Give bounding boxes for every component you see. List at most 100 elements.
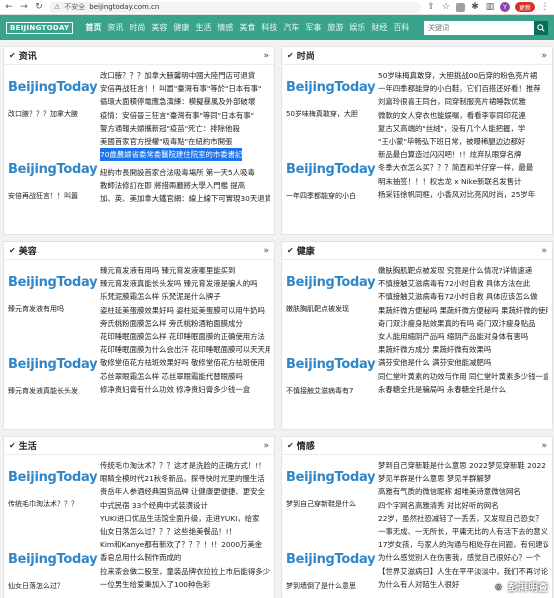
menu-icon[interactable]: ⋮ xyxy=(540,2,550,12)
thumbnail-card[interactable]: BeijingToday 一年四季都能穿的小白 xyxy=(286,151,376,211)
nav-item[interactable]: 娱乐 xyxy=(349,22,365,33)
thumbnail-caption[interactable]: 嫩肤胸肌靶点被发现 xyxy=(286,304,374,314)
article-link[interactable]: 满芬安他是什么 满芬安他能减肥吗 xyxy=(378,356,548,369)
article-link[interactable]: 教師法修訂在即 將措兩廳將大學入門檻 提高 xyxy=(100,179,270,192)
article-link[interactable]: 传统毛巾淘汰术？？？这才是洗脸的正确方式！!！ xyxy=(100,459,270,472)
thumbnail-card[interactable]: BeijingToday 臻元育发液真能长头发 xyxy=(8,346,98,406)
article-link[interactable]: 花印睡眠面膜为什么会出汗 花印睡眠面膜可以天天用吗 xyxy=(100,343,270,356)
share-icon[interactable]: ⇪ xyxy=(426,2,436,12)
article-link[interactable]: 警方通報夫婦攜新冠"疫苗"死亡：排除他殺 xyxy=(100,122,270,135)
article-link[interactable]: 女人能用缩阴产品吗 缩阴产品能对身体有害吗 xyxy=(378,330,548,343)
address-bar[interactable]: ⚠ 不安全 beijingtoday.com.cn xyxy=(49,1,421,13)
article-link-selected[interactable]: 70歲農婦省委常委醫院建住院室的市委書記 xyxy=(100,148,243,162)
article-link[interactable]: 不慎接触艾滋病毒有72小时自救 具体应该怎么做 xyxy=(378,290,548,303)
article-link[interactable]: 香皂总用什么制作而成的 xyxy=(100,551,270,564)
thumbnail-card[interactable]: BeijingToday 臻元育发液有用吗 xyxy=(8,264,98,324)
article-link[interactable]: 一年四季都能穿的小白鞋，它们百搭还好看！推荐 xyxy=(378,82,548,95)
panel-title[interactable]: 生活 xyxy=(19,439,37,452)
article-link[interactable]: 仙女日落怎么过？？？这些绝美餐品！!！ xyxy=(100,525,270,538)
nav-item[interactable]: 汽车 xyxy=(283,22,299,33)
thumbnail-caption[interactable]: 一年四季都能穿的小白 xyxy=(286,191,374,201)
thumbnail-caption[interactable]: 臻元育发液真能长头发 xyxy=(8,386,96,396)
article-link[interactable]: 不慎接触艾滋病毒有72小时自救 具体方法在此 xyxy=(378,277,548,290)
thumbnail-caption[interactable]: 不慎接触艾滋病毒有7 xyxy=(286,386,374,396)
article-link[interactable]: 敬修堂佰花方祛斑效果好吗 敬修堂佰花方祛斑使用 xyxy=(100,356,270,369)
back-icon[interactable]: ← xyxy=(4,2,14,12)
article-link[interactable]: 复古又高端的"丝绒"，没有几个人能把握，学 xyxy=(378,122,548,135)
nav-item[interactable]: 情感 xyxy=(217,22,233,33)
article-link[interactable]: 梦见羊群是什么意思 梦见羊群解梦 xyxy=(378,472,548,485)
article-link[interactable]: Kim和Kanye都有新欢了？？？！!！2000万美金 xyxy=(100,538,270,551)
article-link[interactable]: 奇门双汴瘦身贴效果真的有吗 奇门双汴瘦身贴品 xyxy=(378,317,548,330)
article-link[interactable]: 芯丝翠眼霜怎么样 芯丝翠眼霜能代替眼膜吗 xyxy=(100,370,270,383)
article-link[interactable]: 22岁，虽然社恐减轻了一丢丢，又发现自己恐女？ xyxy=(378,512,548,525)
article-link[interactable]: 花印睡眠面膜怎么样 花印睡眠面膜的正确使用方法 xyxy=(100,330,270,343)
thumbnail-caption[interactable]: 臻元育发液有用吗 xyxy=(8,304,96,314)
article-link[interactable]: 冬季大衣怎么买？？？简直和羊仔穿一样，最最 xyxy=(378,161,548,174)
thumbnail-card[interactable]: BeijingToday 传统毛巾淘汰术？？？ xyxy=(8,459,98,519)
panel-title[interactable]: 美容 xyxy=(19,244,37,257)
article-link[interactable]: 臻元育发液真能长头发吗 臻元育发液是骗人的吗 xyxy=(100,277,270,290)
article-link[interactable]: 嫩肤胸肌靶点被发现 究竟是什么情况?详情速递 xyxy=(378,264,548,277)
nav-item[interactable]: 财经 xyxy=(371,22,387,33)
more-icon[interactable]: » xyxy=(263,51,269,61)
article-link[interactable]: 微軟的女人穿衣也能娱嘱，看看李寧同印花連 xyxy=(378,109,548,122)
article-link[interactable]: 眼睛全模时代21秋冬新品，探寻快时光里的慢生活 xyxy=(100,472,270,485)
thumbnail-card[interactable]: BeijingToday 梦到自己穿新鞋是什么 xyxy=(286,459,376,519)
article-link[interactable]: 一事无成、一无所长，平庸无比的人有活下去的意义 xyxy=(378,525,548,538)
article-link[interactable]: 修净贵妇膏有什么功效 修净贵妇膏多少钱一盒 xyxy=(100,383,270,396)
thumbnail-card[interactable]: BeijingToday 50岁味梅真敢穿，大胆 xyxy=(286,69,376,129)
thumbnail-card[interactable]: BeijingToday 不慎接触艾滋病毒有7 xyxy=(286,346,376,406)
nav-item[interactable]: 时尚 xyxy=(129,22,145,33)
sidebar-icon[interactable]: ▥ xyxy=(485,2,495,12)
nav-item[interactable]: 百科 xyxy=(393,22,409,33)
article-link[interactable]: 姿柱延美蛋膜效果好吗 姿柱延美蛋膜可以用牛奶吗 xyxy=(100,304,270,317)
thumbnail-caption[interactable]: 改口腋？？？加拿大腋 xyxy=(8,109,96,119)
article-link[interactable]: 刘嘉玲很喜王同台，同穿制服亮片裙睡款优雅 xyxy=(378,95,548,108)
article-link[interactable]: 旁氏桃粉面膜怎么样 旁氏桃粉酒粕面膜成分 xyxy=(100,317,270,330)
nav-item[interactable]: 美食 xyxy=(239,22,255,33)
article-link[interactable]: 17岁女孩，与家人的沟通与相处存在问题，有何建议 xyxy=(378,538,548,551)
article-link[interactable]: 中式民宿 33个经典中式装潢设计 xyxy=(100,499,270,512)
article-link[interactable]: 新品最白算造过闪闪吧！!！炫弃队眼穿名牌 xyxy=(378,148,548,161)
profile-avatar[interactable]: Y xyxy=(499,2,510,12)
nav-item[interactable]: 生活 xyxy=(195,22,211,33)
article-link[interactable]: 贵岳年人参酒经典国货品牌 让健康更便捷、更安全 xyxy=(100,485,270,498)
article-link[interactable]: 50岁味梅真敢穿，大胆挑战00后穿的粉色亮片裙 xyxy=(378,69,548,82)
extension-icon[interactable] xyxy=(455,2,465,12)
article-link[interactable]: 循環大面積停電應急演練：模擬暴風及外部破壞 xyxy=(100,95,270,108)
more-icon[interactable]: » xyxy=(263,441,269,451)
reload-icon[interactable]: ↻ xyxy=(34,2,44,12)
article-link[interactable]: 四个字网名高雅清秀 对比好听的网名 xyxy=(378,499,548,512)
nav-item[interactable]: 首页 xyxy=(85,22,101,33)
thumbnail-card[interactable]: BeijingToday 梦到墙倒了是什么意思 xyxy=(286,541,376,598)
article-link[interactable]: "王小蒙"毕畅弘下班日常，被曝稀腿边边都好 xyxy=(378,135,548,148)
warning-icon[interactable]: ⚠ xyxy=(54,3,60,11)
thumbnail-caption[interactable]: 梦到自己穿新鞋是什么 xyxy=(286,499,374,509)
article-link[interactable]: 永春糖全托是骗局吗 永春糖全托是什么 xyxy=(378,383,548,396)
search-button[interactable] xyxy=(534,20,548,35)
nav-item[interactable]: 美容 xyxy=(151,22,167,33)
article-link[interactable]: 安倍再战狂言！！叫嚣"臺灣有事"等於"日本有事" xyxy=(100,82,270,95)
article-link[interactable]: 拉来茶会做二股至，童装品牌衣拉拉上市后能得多少 xyxy=(100,565,270,578)
article-link[interactable]: 紐約市長開設首家合法吸毒場所 第一天5人吸毒 xyxy=(100,166,270,179)
nav-item[interactable]: 军事 xyxy=(305,22,321,33)
thumbnail-card[interactable]: BeijingToday 仙女日落怎么过？ xyxy=(8,541,98,598)
thumbnail-caption[interactable]: 安倍再战狂言！！叫嚣 xyxy=(8,191,96,201)
url-text[interactable]: beijingtoday.com.cn xyxy=(89,3,159,11)
article-link[interactable]: 疫情：安倍晉三狂言"臺灣有事"等同"日本有事" xyxy=(100,109,270,122)
article-link[interactable]: 乐梵泥膜霜怎么样 乐梵泥是什么牌子 xyxy=(100,290,270,303)
nav-item[interactable]: 健康 xyxy=(173,22,189,33)
panel-title[interactable]: 资讯 xyxy=(19,49,37,62)
update-button[interactable]: 更新 xyxy=(514,2,535,12)
site-logo[interactable]: BEIJINGTODAY xyxy=(6,21,74,34)
article-link[interactable]: 明末抽签！！！权志龙 x Nike新联名发售计 xyxy=(378,175,548,188)
thumbnail-card[interactable]: BeijingToday 嫩肤胸肌靶点被发现 xyxy=(286,264,376,324)
thumbnail-caption[interactable]: 仙女日落怎么过？ xyxy=(8,581,96,591)
article-link[interactable]: 同仁堂叶黄素的功效与作用 同仁堂叶黄素多少钱一盒 xyxy=(378,370,548,383)
forward-icon[interactable]: → xyxy=(19,2,29,12)
star-icon[interactable]: ☆ xyxy=(441,2,451,12)
article-link[interactable]: 【世界艾滋病日】人生在平平淡淡中，我们不再讨论 xyxy=(378,565,548,578)
article-link[interactable]: 一位男生给爱秉加入了100种色彩 xyxy=(100,578,270,591)
article-link[interactable]: 杨采钰徐帆同框，小香风对比亮风时尚，25岁年 xyxy=(378,188,548,201)
